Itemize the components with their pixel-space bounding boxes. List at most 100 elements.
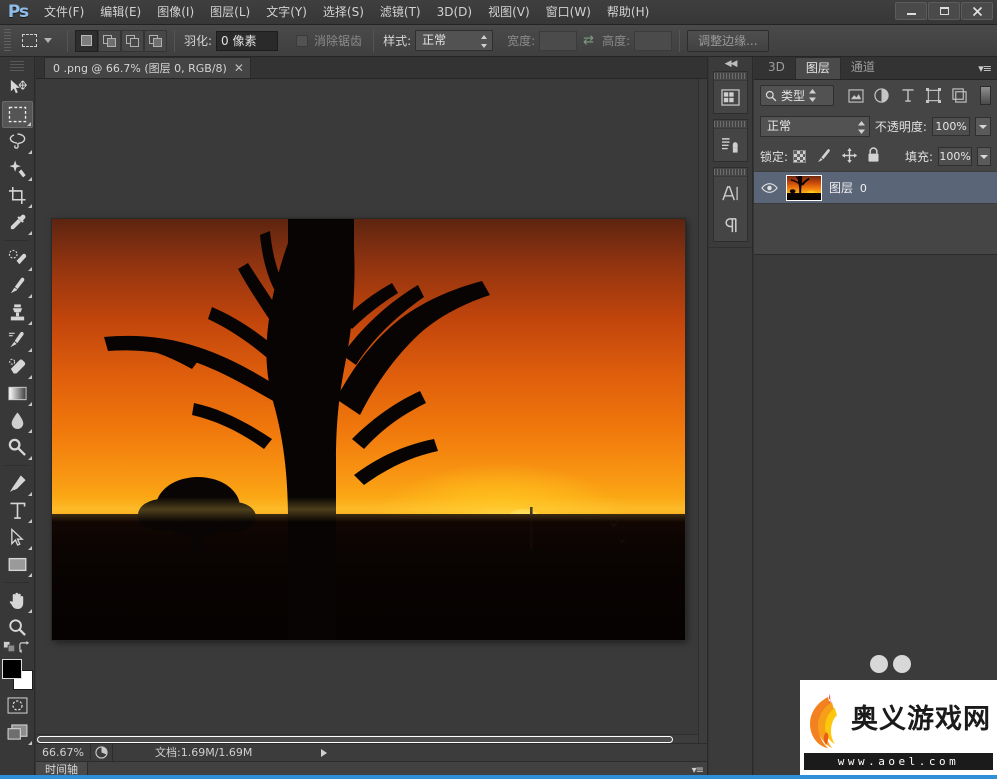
tool-clone-stamp[interactable] [2, 299, 33, 326]
menu-image[interactable]: 图像(I) [149, 1, 202, 23]
lock-all-icon[interactable] [867, 147, 880, 166]
dock-group-grip[interactable] [714, 168, 747, 177]
tool-preset-chevron-icon[interactable] [44, 38, 52, 43]
mini-bridge-icon[interactable] [714, 81, 747, 113]
style-select[interactable]: 正常 [415, 30, 494, 51]
new-selection-button[interactable] [75, 29, 98, 52]
width-input[interactable] [539, 30, 578, 51]
dock-group-grip[interactable] [714, 72, 747, 81]
menu-window[interactable]: 窗口(W) [538, 1, 599, 23]
tool-brush[interactable] [2, 272, 33, 299]
tool-zoom[interactable] [2, 614, 33, 641]
history-icon[interactable] [714, 129, 747, 161]
tool-horizontal-type[interactable] [2, 497, 33, 524]
tool-eraser[interactable] [2, 353, 33, 380]
scroll-thumb[interactable] [37, 736, 673, 743]
status-menu-arrow-icon[interactable] [321, 748, 327, 757]
image-canvas[interactable] [52, 219, 685, 640]
tab-layers[interactable]: 图层 [794, 57, 841, 79]
menu-file[interactable]: 文件(F) [36, 1, 92, 23]
pixel-filter-icon[interactable] [847, 87, 864, 104]
tool-rectangle[interactable] [2, 551, 33, 578]
lock-image-pixels-icon[interactable] [816, 148, 832, 166]
tool-flyout-indicator [27, 177, 32, 181]
layer-visibility-icon[interactable] [760, 182, 779, 194]
layer-filter-select[interactable]: 类型 [760, 85, 834, 106]
tool-quick-selection[interactable] [2, 155, 33, 182]
adjustment-filter-icon[interactable] [873, 87, 890, 104]
expand-panels-icon[interactable]: ◀◀ [709, 57, 752, 71]
lock-transparent-pixels-icon[interactable] [793, 150, 807, 163]
menu-type[interactable]: 文字(Y) [258, 1, 315, 23]
options-bar-grip[interactable] [2, 28, 12, 53]
document-size-label: 文档:1.69M/1.69M [155, 746, 253, 759]
menu-filter[interactable]: 滤镜(T) [372, 1, 429, 23]
blend-mode-select[interactable]: 正常 [760, 116, 870, 137]
swap-colors-icon[interactable] [18, 640, 31, 656]
paragraph-panel-icon[interactable] [714, 209, 747, 241]
foreground-background-color[interactable] [1, 659, 33, 690]
layer-name[interactable]: 图层 0 [829, 179, 867, 196]
canvas-vertical-scrollbar[interactable] [698, 79, 707, 755]
menu-select[interactable]: 选择(S) [315, 1, 372, 23]
site-watermark-logo: 奥义游戏网 www.aoel.com [800, 680, 997, 779]
opacity-input[interactable]: 100% [931, 117, 971, 136]
foreground-color-swatch[interactable] [1, 659, 22, 679]
minimize-button[interactable] [895, 2, 927, 20]
tool-lasso[interactable] [2, 128, 33, 155]
tool-path-selection[interactable] [2, 524, 33, 551]
document-info-icon[interactable] [91, 744, 113, 761]
tab-channels[interactable]: 通道 [841, 57, 885, 79]
document-tab[interactable]: 0 .png @ 66.7% (图层 0, RGB/8) ✕ [44, 57, 251, 78]
tool-gradient[interactable] [2, 380, 33, 407]
tool-spot-healing-brush[interactable] [2, 245, 33, 272]
type-filter-icon[interactable] [899, 87, 916, 104]
tools-panel-grip[interactable] [0, 59, 34, 71]
feather-input[interactable]: 0 像素 [216, 30, 279, 51]
shape-filter-icon[interactable] [925, 87, 942, 104]
canvas-viewport[interactable] [36, 79, 707, 755]
tool-pen[interactable] [2, 470, 33, 497]
height-input[interactable] [634, 30, 673, 51]
maximize-button[interactable] [928, 2, 960, 20]
canvas-horizontal-scrollbar[interactable] [36, 734, 698, 743]
smart-object-filter-icon[interactable] [951, 87, 968, 104]
menu-view[interactable]: 视图(V) [480, 1, 538, 23]
tool-hand[interactable] [2, 587, 33, 614]
close-tab-icon[interactable]: ✕ [234, 62, 244, 74]
fill-slider-button[interactable] [977, 147, 991, 166]
tool-rectangular-marquee[interactable] [1, 101, 33, 128]
tool-move[interactable] [2, 74, 33, 101]
fill-input[interactable]: 100% [938, 147, 973, 166]
tool-blur[interactable] [2, 407, 33, 434]
layer-thumbnail[interactable] [786, 174, 822, 201]
menu-3d[interactable]: 3D(D) [429, 1, 480, 23]
intersect-selection-button[interactable] [144, 29, 167, 52]
menu-help[interactable]: 帮助(H) [599, 1, 657, 23]
tool-dodge[interactable] [2, 434, 33, 461]
character-panel-icon[interactable] [714, 177, 747, 209]
layer-row[interactable]: 图层 0 [754, 171, 997, 204]
default-colors-icon[interactable] [3, 640, 16, 656]
filter-toggle-switch[interactable] [980, 86, 991, 105]
quick-mask-mode-button[interactable] [2, 692, 33, 719]
panel-menu-icon[interactable]: ▾≡ [978, 59, 992, 79]
antialias-checkbox[interactable] [296, 34, 309, 47]
lock-position-icon[interactable] [842, 147, 858, 166]
menu-layer[interactable]: 图层(L) [202, 1, 258, 23]
tool-crop[interactable] [2, 182, 33, 209]
tab-3d[interactable]: 3D [758, 57, 795, 79]
active-tool-icon[interactable] [16, 29, 42, 53]
refine-edge-button[interactable]: 调整边缘... [687, 29, 769, 52]
swap-width-height-icon[interactable]: ⇄ [583, 33, 594, 48]
tool-history-brush[interactable] [2, 326, 33, 353]
add-to-selection-button[interactable] [98, 29, 121, 52]
close-button[interactable] [961, 2, 993, 20]
dock-group-grip[interactable] [714, 120, 747, 129]
opacity-slider-button[interactable] [975, 117, 991, 136]
screen-mode-button[interactable] [2, 719, 33, 746]
zoom-level[interactable]: 66.67% [36, 744, 91, 761]
tool-eyedropper[interactable] [2, 209, 33, 236]
subtract-from-selection-button[interactable] [121, 29, 144, 52]
menu-edit[interactable]: 编辑(E) [92, 1, 149, 23]
